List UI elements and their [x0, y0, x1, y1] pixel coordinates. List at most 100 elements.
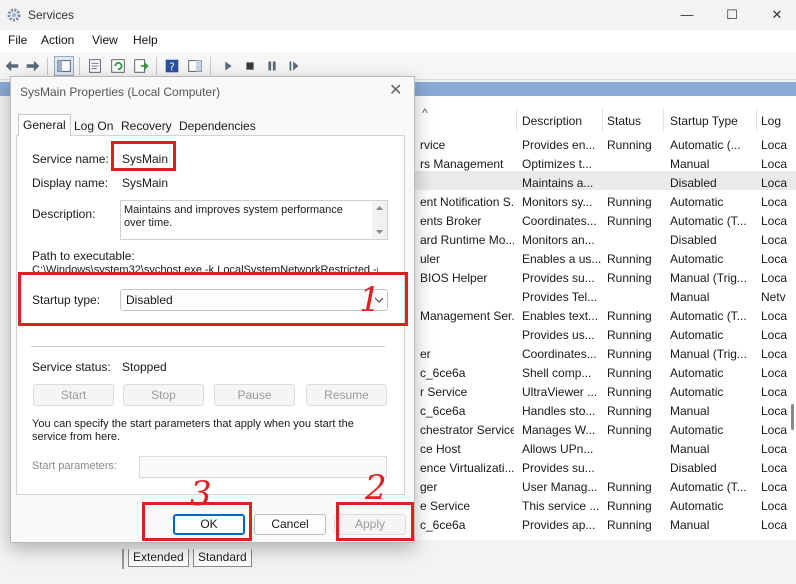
row-cell-name: c_6ce6a: [420, 366, 466, 380]
row-cell-log: Loca: [761, 214, 788, 228]
tab-general[interactable]: General: [18, 114, 71, 136]
forward-arrow-icon[interactable]: [23, 56, 43, 76]
row-cell-status: Running: [607, 480, 652, 494]
tab-standard[interactable]: Standard: [193, 549, 252, 567]
restart-service-icon[interactable]: [284, 56, 304, 76]
row-cell-log: Loca: [761, 385, 788, 399]
annotation-box-startup-type: [18, 272, 408, 326]
annotation-mark-1: 1: [359, 280, 381, 320]
row-cell-log: Loca: [761, 442, 788, 456]
row-cell-log: Loca: [761, 157, 788, 171]
row-cell-status: Running: [607, 252, 652, 266]
row-cell-desc: Optimizes t...: [522, 157, 593, 171]
minimize-button[interactable]: —: [672, 4, 702, 26]
row-cell-startup: Automatic: [670, 252, 724, 266]
sort-arrow-icon: ^: [422, 106, 428, 120]
cancel-button[interactable]: Cancel: [254, 514, 326, 535]
row-cell-startup: Automatic (T...: [670, 214, 747, 228]
toolbar-separator: [210, 57, 211, 75]
tab-extended[interactable]: Extended: [128, 549, 189, 567]
menu-view[interactable]: View: [92, 33, 118, 47]
column-header-status[interactable]: Status: [607, 114, 641, 128]
row-cell-desc: Provides ap...: [522, 518, 596, 532]
row-cell-name: chestrator Service: [420, 423, 514, 437]
start-params-input[interactable]: [139, 456, 387, 478]
menu-file[interactable]: File: [8, 33, 27, 47]
show-hide-pane-icon[interactable]: [185, 56, 205, 76]
row-cell-log: Loca: [761, 176, 788, 190]
row-cell-log: Loca: [761, 347, 788, 361]
row-cell-desc: Provides en...: [522, 138, 596, 152]
row-cell-name: r Service: [420, 385, 468, 399]
row-cell-status: Running: [607, 499, 652, 513]
help-icon[interactable]: ?: [162, 56, 182, 76]
row-cell-status: Running: [607, 385, 652, 399]
back-arrow-icon[interactable]: [2, 56, 22, 76]
row-cell-log: Loca: [761, 366, 788, 380]
service-name-label: Service name:: [32, 152, 109, 166]
row-cell-name: uler: [420, 252, 441, 266]
tab-recovery[interactable]: Recovery: [117, 116, 176, 136]
stop-button[interactable]: Stop: [123, 384, 204, 406]
dialog-title: SysMain Properties (Local Computer): [20, 85, 221, 99]
console-tree-icon[interactable]: [54, 56, 74, 76]
dialog-close-button[interactable]: ✕: [389, 80, 402, 100]
row-cell-name: ce Host: [420, 442, 461, 456]
column-header-description[interactable]: Description: [522, 114, 582, 128]
row-cell-status: Running: [607, 309, 652, 323]
row-cell-desc: Provides us...: [522, 328, 595, 342]
properties-sheet-icon[interactable]: [85, 56, 105, 76]
start-params-hint: You can specify the start parameters tha…: [32, 418, 354, 443]
row-cell-status: Running: [607, 518, 652, 532]
description-scrollbar[interactable]: [372, 201, 387, 239]
row-cell-name: c_6ce6a: [420, 404, 466, 418]
row-cell-name: ence Virtualizati...: [420, 461, 514, 475]
column-separator: [663, 108, 664, 132]
row-cell-name: rs Management: [420, 157, 504, 171]
row-cell-desc: Allows UPn...: [522, 442, 594, 456]
description-box[interactable]: Maintains and improves system performanc…: [120, 200, 388, 240]
row-cell-name: ents Broker: [420, 214, 482, 228]
row-cell-status: Running: [607, 214, 652, 228]
row-cell-startup: Automatic: [670, 499, 724, 513]
row-cell-name: ger: [420, 480, 438, 494]
row-cell-status: Running: [607, 328, 652, 342]
column-header-log-on[interactable]: Log: [761, 114, 781, 128]
toolbar-separator: [79, 57, 80, 75]
column-header-startup-type[interactable]: Startup Type: [670, 114, 738, 128]
tab-log-on[interactable]: Log On: [70, 116, 117, 136]
view-tabs-bar: [0, 540, 796, 584]
row-cell-name: ent Notification S...: [420, 195, 514, 209]
close-window-button[interactable]: ✕: [762, 4, 792, 26]
resume-button[interactable]: Resume: [306, 384, 387, 406]
row-cell-log: Loca: [761, 271, 788, 285]
row-cell-startup: Automatic (...: [670, 138, 741, 152]
row-cell-status: Running: [607, 271, 652, 285]
list-scrollbar[interactable]: [791, 404, 794, 430]
row-cell-name: c_6ce6a: [420, 518, 466, 532]
pause-service-icon[interactable]: [262, 56, 282, 76]
display-name-label: Display name:: [32, 176, 109, 190]
pause-button[interactable]: Pause: [214, 384, 295, 406]
row-cell-desc: Enables a us...: [522, 252, 602, 266]
menu-help[interactable]: Help: [133, 33, 158, 47]
row-cell-name: ard Runtime Mo...: [420, 233, 514, 247]
row-cell-desc: Monitors sy...: [522, 195, 593, 209]
column-separator: [756, 108, 757, 132]
row-cell-log: Loca: [761, 461, 788, 475]
tab-dependencies[interactable]: Dependencies: [175, 116, 260, 136]
row-cell-desc: Provides su...: [522, 461, 595, 475]
row-cell-log: Loca: [761, 499, 788, 513]
start-button[interactable]: Start: [33, 384, 114, 406]
refresh-icon[interactable]: [108, 56, 128, 76]
menu-action[interactable]: Action: [41, 33, 74, 47]
row-cell-startup: Automatic: [670, 195, 724, 209]
maximize-button[interactable]: ☐: [717, 4, 747, 26]
start-service-icon[interactable]: [218, 56, 238, 76]
row-cell-startup: Disabled: [670, 176, 717, 190]
export-list-icon[interactable]: [131, 56, 151, 76]
row-cell-startup: Manual: [670, 157, 710, 171]
stop-service-icon[interactable]: [240, 56, 260, 76]
service-status-value: Stopped: [122, 360, 167, 374]
row-cell-name: er: [420, 347, 431, 361]
